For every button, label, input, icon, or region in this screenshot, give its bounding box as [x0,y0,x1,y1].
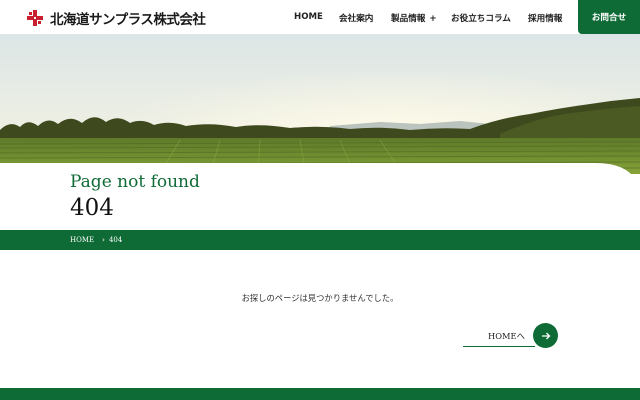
contact-button[interactable]: お問合せ [578,0,640,34]
breadcrumb-current: 404 [108,236,123,244]
back-home-link[interactable]: HOMEへ [463,323,558,349]
page-subtitle: Page not found [70,172,200,192]
nav-item-company[interactable]: 会社案内 [339,12,373,24]
arrow-right-icon[interactable] [533,323,558,348]
site-header: 北海道サンプラス株式会社 HOME 会社案内 製品情報 + お役立ちコラム 採用情… [0,0,640,34]
footer-strip [0,388,640,400]
page-title: 404 [70,195,114,221]
field-landscape-image [0,34,640,174]
nav-item-home[interactable]: HOME [294,12,323,22]
logo-mark-icon [27,10,43,26]
nav-item-products[interactable]: 製品情報 + [391,12,437,24]
nav-item-column[interactable]: お役立ちコラム [451,12,511,24]
breadcrumb-home-link[interactable]: HOME [70,236,94,244]
plus-icon: + [429,14,437,24]
nav-item-products-label: 製品情報 [391,14,426,24]
company-name: 北海道サンプラス株式会社 [50,12,206,28]
hero-image [0,34,640,174]
nav-item-recruit[interactable]: 採用情報 [528,12,562,24]
back-home-label: HOMEへ [488,331,525,341]
breadcrumb-bar: HOME › 404 [0,230,640,250]
not-found-message: お探しのページは見つかりませんでした。 [241,293,399,303]
chevron-right-icon: › [102,236,105,244]
site-logo[interactable]: 北海道サンプラス株式会社 [26,8,206,28]
breadcrumb: HOME › 404 [70,230,122,250]
link-underline [463,346,535,347]
